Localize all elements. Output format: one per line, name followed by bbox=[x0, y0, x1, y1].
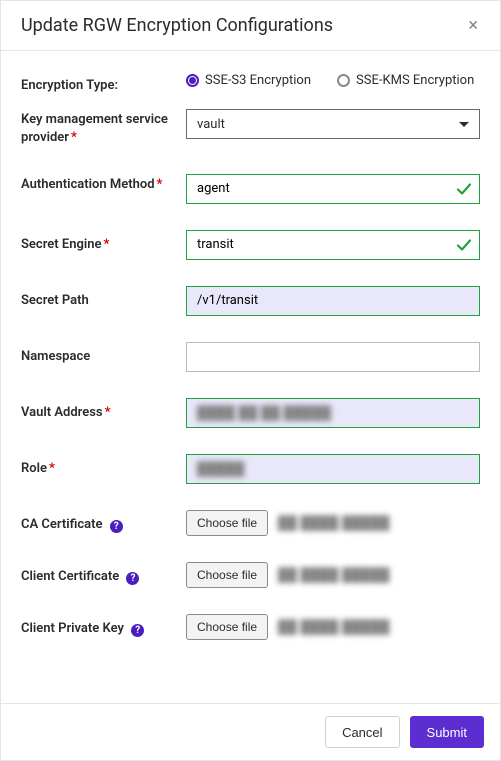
label-secret-path: Secret Path bbox=[21, 286, 186, 310]
row-vault-address: Vault Address* ████ ██ ██ █████ bbox=[21, 398, 480, 428]
role-value-obscured: █████ bbox=[197, 461, 245, 477]
row-encryption-type: Encryption Type: SSE-S3 Encryption SSE-K… bbox=[21, 71, 480, 95]
required-asterisk-icon: * bbox=[105, 405, 111, 420]
required-asterisk-icon: * bbox=[71, 130, 77, 145]
auth-method-input[interactable] bbox=[186, 174, 480, 204]
radio-dot-selected-icon bbox=[186, 74, 199, 87]
row-auth-method: Authentication Method* bbox=[21, 174, 480, 204]
ca-cert-choose-file-button[interactable]: Choose file bbox=[186, 510, 268, 536]
cancel-button[interactable]: Cancel bbox=[325, 716, 399, 748]
label-client-cert: Client Certificate ? bbox=[21, 562, 186, 586]
modal-title: Update RGW Encryption Configurations bbox=[21, 15, 333, 36]
row-secret-engine: Secret Engine* bbox=[21, 230, 480, 260]
chevron-down-icon bbox=[459, 122, 469, 127]
label-ca-cert: CA Certificate ? bbox=[21, 510, 186, 534]
row-namespace: Namespace bbox=[21, 342, 480, 372]
label-vault-address: Vault Address* bbox=[21, 398, 186, 422]
radio-sse-kms[interactable]: SSE-KMS Encryption bbox=[337, 73, 474, 88]
secret-path-input[interactable] bbox=[186, 286, 480, 316]
radio-sse-s3-label: SSE-S3 Encryption bbox=[205, 73, 311, 88]
label-auth-method: Authentication Method* bbox=[21, 174, 186, 194]
row-role: Role* █████ bbox=[21, 454, 480, 484]
kms-provider-select[interactable]: vault bbox=[186, 109, 480, 139]
client-cert-choose-file-button[interactable]: Choose file bbox=[186, 562, 268, 588]
required-asterisk-icon: * bbox=[103, 237, 109, 252]
required-asterisk-icon: * bbox=[157, 177, 163, 192]
label-encryption-type: Encryption Type: bbox=[21, 71, 186, 95]
vault-address-value-obscured: ████ ██ ██ █████ bbox=[197, 405, 331, 421]
client-key-choose-file-button[interactable]: Choose file bbox=[186, 614, 268, 640]
row-client-cert: Client Certificate ? Choose file ██ ████… bbox=[21, 562, 480, 588]
label-namespace: Namespace bbox=[21, 342, 186, 366]
secret-engine-input[interactable] bbox=[186, 230, 480, 260]
label-kms-provider: Key management service provider* bbox=[21, 109, 186, 147]
vault-address-input[interactable]: ████ ██ ██ █████ bbox=[186, 398, 480, 428]
label-role: Role* bbox=[21, 454, 186, 478]
label-secret-engine: Secret Engine* bbox=[21, 230, 186, 254]
help-icon[interactable]: ? bbox=[126, 572, 139, 585]
row-kms-provider: Key management service provider* vault bbox=[21, 109, 480, 147]
radio-sse-s3[interactable]: SSE-S3 Encryption bbox=[186, 73, 311, 88]
kms-provider-value: vault bbox=[197, 117, 225, 132]
role-input[interactable]: █████ bbox=[186, 454, 480, 484]
row-client-key: Client Private Key ? Choose file ██ ████… bbox=[21, 614, 480, 640]
modal-header: Update RGW Encryption Configurations × bbox=[1, 1, 500, 51]
namespace-input[interactable] bbox=[186, 342, 480, 372]
label-client-key: Client Private Key ? bbox=[21, 614, 186, 638]
modal-body: Encryption Type: SSE-S3 Encryption SSE-K… bbox=[1, 51, 500, 703]
required-asterisk-icon: * bbox=[49, 461, 55, 476]
client-key-filename-obscured: ██ ████ █████ bbox=[278, 619, 390, 635]
modal-update-rgw-encryption: Update RGW Encryption Configurations × E… bbox=[0, 0, 501, 761]
help-icon[interactable]: ? bbox=[131, 624, 144, 637]
row-ca-cert: CA Certificate ? Choose file ██ ████ ███… bbox=[21, 510, 480, 536]
ca-cert-filename-obscured: ██ ████ █████ bbox=[278, 515, 390, 531]
row-secret-path: Secret Path bbox=[21, 286, 480, 316]
radio-sse-kms-label: SSE-KMS Encryption bbox=[356, 73, 474, 88]
client-cert-filename-obscured: ██ ████ █████ bbox=[278, 567, 390, 583]
modal-footer: Cancel Submit bbox=[1, 703, 500, 760]
radio-dot-empty-icon bbox=[337, 74, 350, 87]
submit-button[interactable]: Submit bbox=[410, 716, 484, 748]
help-icon[interactable]: ? bbox=[110, 520, 123, 533]
encryption-type-radio-group: SSE-S3 Encryption SSE-KMS Encryption bbox=[186, 71, 480, 88]
close-icon[interactable]: × bbox=[466, 17, 480, 35]
